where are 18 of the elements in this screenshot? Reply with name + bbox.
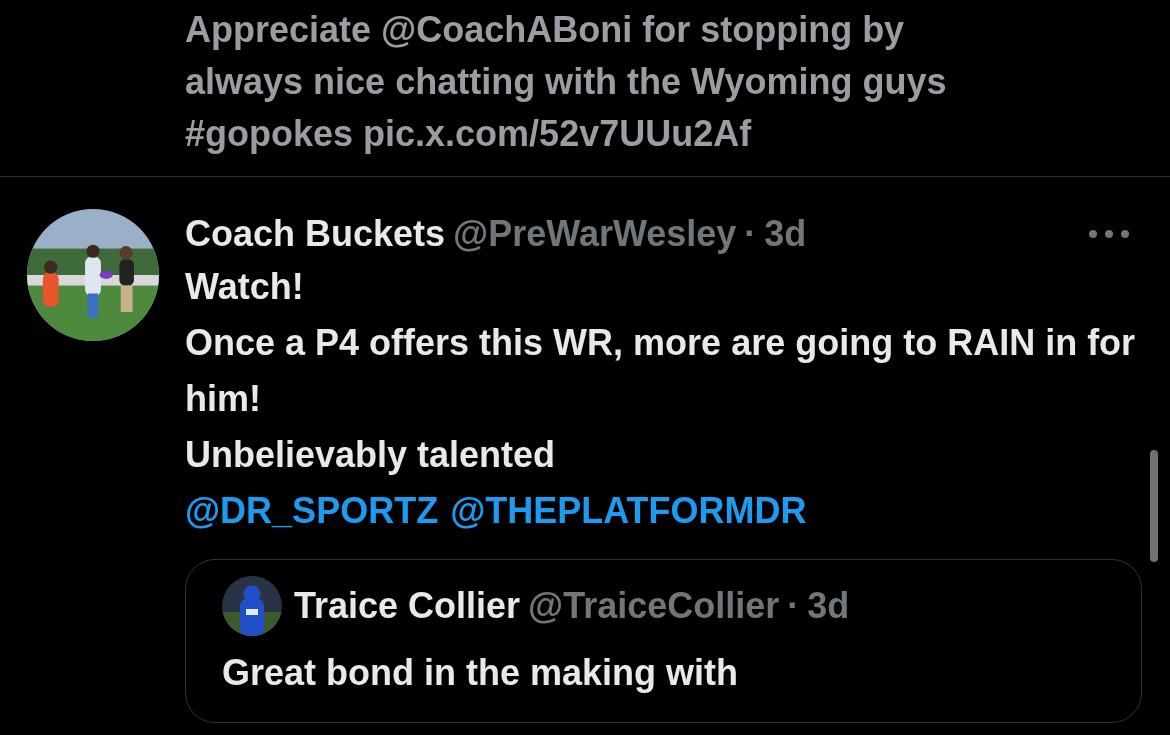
mention-link[interactable]: @DR_SPORTZ bbox=[185, 483, 439, 539]
scrollbar-thumb[interactable] bbox=[1150, 450, 1158, 562]
author-handle[interactable]: @TraiceCollier bbox=[528, 581, 780, 631]
author-name[interactable]: Traice Collier bbox=[294, 581, 521, 631]
separator: · bbox=[744, 212, 757, 256]
post-text: Appreciate @CoachABoni for stopping by always nice chatting with the Wyoming guys #gopokes pic.x.com/52v7UUu2Af bbox=[185, 8, 948, 156]
quoted-post-text: Great bond in the making with bbox=[222, 651, 740, 695]
post-text: Unbelievably talented bbox=[185, 433, 557, 477]
post-text: Once a P4 offers this WR, more are going to RAIN in for him! bbox=[185, 321, 1137, 421]
post-time[interactable]: 3d bbox=[764, 209, 807, 259]
author-handle[interactable]: @PreWarWesley bbox=[453, 209, 737, 259]
author-name[interactable]: Coach Buckets bbox=[185, 209, 446, 259]
quoted-post-card[interactable]: Traice Collier @TraiceCollier · 3d Great bond in the making with bbox=[185, 559, 1142, 723]
post-text: Watch! bbox=[185, 265, 305, 309]
post-time[interactable]: 3d bbox=[807, 581, 850, 631]
mention-link[interactable]: @THEPLATFORMDR bbox=[450, 483, 807, 539]
separator: · bbox=[787, 584, 800, 628]
more-icon[interactable] bbox=[1088, 229, 1130, 239]
